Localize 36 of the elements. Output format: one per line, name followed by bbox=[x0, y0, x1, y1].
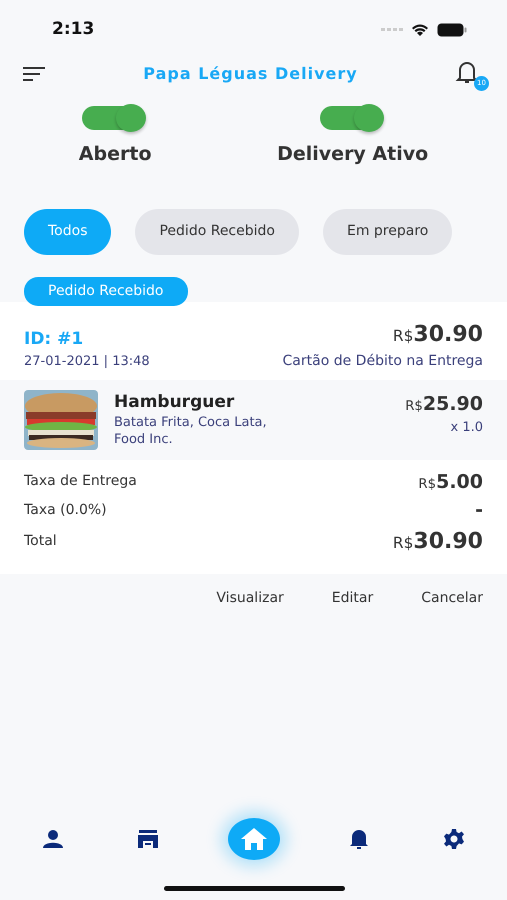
status-time: 2:13 bbox=[52, 18, 94, 42]
signal-icon bbox=[381, 28, 403, 32]
toggle-switch[interactable] bbox=[82, 104, 148, 132]
summary-value: R$5.00 bbox=[418, 470, 483, 494]
wifi-icon bbox=[411, 23, 429, 37]
item-name: Hamburguer bbox=[114, 390, 236, 414]
summary-label: Taxa de Entrega bbox=[24, 472, 137, 492]
order-total: R$30.90 bbox=[392, 320, 483, 348]
toggle-label: Delivery Ativo bbox=[277, 142, 428, 167]
app-title: Papa Léguas Delivery bbox=[143, 63, 358, 85]
home-icon bbox=[240, 827, 268, 851]
menu-icon[interactable] bbox=[22, 66, 46, 82]
payment-method: Cartão de Débito na Entrega bbox=[282, 352, 483, 370]
battery-icon bbox=[437, 23, 467, 37]
action-link[interactable]: Visualizar bbox=[216, 588, 284, 608]
settings-icon bbox=[443, 828, 465, 850]
store-icon bbox=[136, 829, 159, 849]
order-datetime: 27-01-2021 | 13:48 bbox=[24, 353, 150, 371]
filter-chip[interactable]: Em preparo bbox=[322, 208, 452, 254]
action-link[interactable]: Cancelar bbox=[421, 588, 483, 608]
home-nav-button[interactable] bbox=[228, 818, 280, 860]
action-link[interactable]: Editar bbox=[332, 588, 374, 608]
summary-label: Taxa (0.0%) bbox=[24, 500, 107, 520]
item-price: R$25.90 bbox=[405, 392, 483, 416]
profile-icon bbox=[42, 829, 64, 849]
toggle-switch[interactable] bbox=[320, 104, 386, 132]
order-id: ID: #1 bbox=[24, 328, 84, 350]
toggle-label: Aberto bbox=[78, 142, 152, 167]
summary-value: R$30.90 bbox=[392, 528, 483, 556]
status-tag: Pedido Recebido bbox=[24, 276, 188, 306]
summary-label: Total bbox=[24, 532, 57, 550]
summary-value: - bbox=[475, 498, 483, 523]
item-quantity: x 1.0 bbox=[450, 419, 483, 437]
notification-icon bbox=[349, 828, 370, 850]
item-extras: Batata Frita, Coca Lata, Food Inc. bbox=[114, 415, 268, 449]
filter-chip[interactable]: Pedido Recebido bbox=[135, 208, 299, 254]
